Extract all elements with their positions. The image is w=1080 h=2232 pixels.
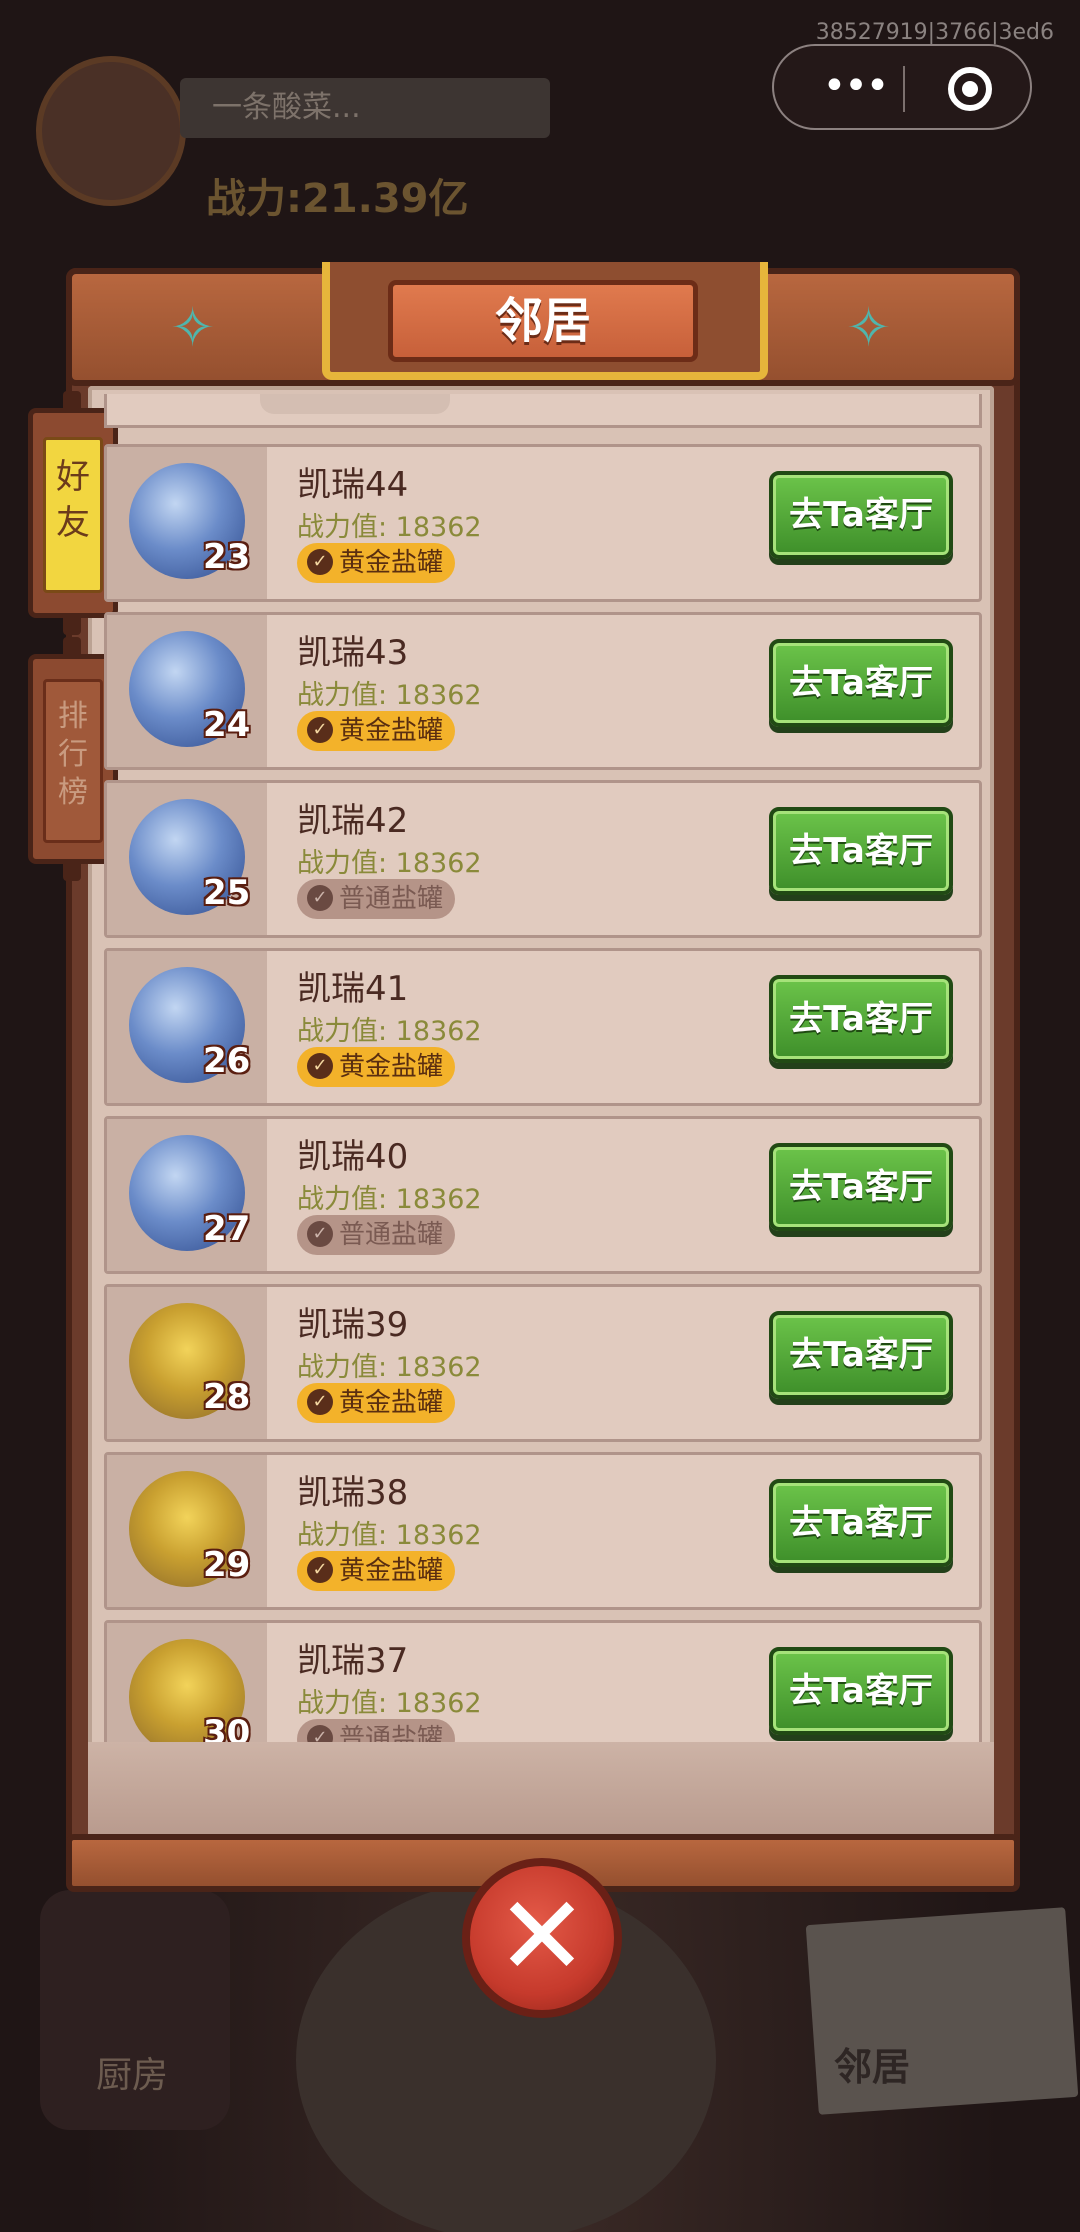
visit-living-room-button[interactable]: 去Ta客厅 (769, 807, 953, 895)
avatar-block: 28 (107, 1287, 267, 1439)
tab-ranking-label: 排 行 榜 (43, 679, 103, 843)
rank-number: 30 (203, 1713, 251, 1742)
visit-living-room-button[interactable]: 去Ta客厅 (769, 1479, 953, 1567)
neighbor-name: 凯瑞43 (297, 633, 409, 673)
list-item: 25 凯瑞42 战力值: 18362 ✓ 普通盐罐 去Ta客厅 (104, 780, 982, 938)
neighbor-list[interactable]: 23 凯瑞44 战力值: 18362 ✓ 黄金盐罐 去Ta客厅 24 凯瑞43 战… (104, 394, 984, 1742)
fish-icon: ✧ (170, 296, 216, 359)
avatar-block: 27 (107, 1119, 267, 1271)
salt-jar-badge: ✓ 普通盐罐 (297, 879, 456, 919)
kitchen-label: 厨房 (96, 2055, 169, 2096)
list-item: 28 凯瑞39 战力值: 18362 ✓ 黄金盐罐 去Ta客厅 (104, 1284, 982, 1442)
avatar-block: 30 (107, 1623, 267, 1742)
player-name: 一条酸菜... (180, 78, 550, 138)
tab-rod (63, 637, 81, 659)
power-value: 战力值: 18362 (297, 848, 482, 879)
check-icon: ✓ (307, 884, 333, 911)
check-icon: ✓ (307, 1724, 333, 1742)
check-icon: ✓ (307, 1220, 333, 1247)
neighbor-name: 凯瑞44 (297, 465, 409, 505)
tab-rod (63, 613, 81, 635)
visit-living-room-button[interactable]: 去Ta客厅 (769, 1311, 953, 1399)
debug-code: 38527919|3766|3ed6 (815, 20, 1054, 45)
rank-number: 23 (203, 537, 251, 577)
salt-jar-badge: ✓ 普通盐罐 (297, 1215, 456, 1255)
avatar-block: 26 (107, 951, 267, 1103)
salt-jar-badge: ✓ 黄金盐罐 (297, 543, 456, 583)
capsule-divider (903, 66, 905, 112)
power-value: 战力值: 18362 (297, 1016, 482, 1047)
player-avatar (36, 56, 186, 206)
rank-number: 24 (203, 705, 251, 745)
avatar-block: 24 (107, 615, 267, 767)
tab-friends-label: 好 友 (43, 437, 103, 593)
panel-title: 邻居 (388, 280, 698, 362)
power-value: 战力值: 18362 (297, 512, 482, 543)
neighbor-label: 邻居 (834, 2045, 911, 2089)
list-item: 23 凯瑞44 战力值: 18362 ✓ 黄金盐罐 去Ta客厅 (104, 444, 982, 602)
miniprogram-capsule: ••• (772, 44, 1032, 130)
list-item: 24 凯瑞43 战力值: 18362 ✓ 黄金盐罐 去Ta客厅 (104, 612, 982, 770)
list-item: 29 凯瑞38 战力值: 18362 ✓ 黄金盐罐 去Ta客厅 (104, 1452, 982, 1610)
neighbor-name: 凯瑞40 (297, 1137, 409, 1177)
avatar-block: 25 (107, 783, 267, 935)
close-button[interactable]: ✕ (462, 1858, 622, 2018)
neighbor-name: 凯瑞37 (297, 1641, 409, 1681)
list-item: 27 凯瑞40 战力值: 18362 ✓ 普通盐罐 去Ta客厅 (104, 1116, 982, 1274)
close-miniprogram-icon[interactable] (948, 67, 992, 111)
power-value: 战力值: 18362 (297, 1520, 482, 1551)
neighbor-name: 凯瑞41 (297, 969, 409, 1009)
visit-living-room-button[interactable]: 去Ta客厅 (769, 1647, 953, 1735)
rank-number: 25 (203, 873, 251, 913)
check-icon: ✓ (307, 716, 333, 743)
power-value: 战力值: 18362 (297, 1688, 482, 1719)
salt-jar-badge: ✓ 黄金盐罐 (297, 711, 456, 751)
rank-number: 29 (203, 1545, 251, 1585)
visit-living-room-button[interactable]: 去Ta客厅 (769, 471, 953, 559)
visit-living-room-button[interactable]: 去Ta客厅 (769, 1143, 953, 1231)
neighbor-name: 凯瑞42 (297, 801, 409, 841)
player-power: 战力:21.39亿 (206, 176, 469, 222)
avatar-block: 23 (107, 447, 267, 599)
visit-living-room-button[interactable]: 去Ta客厅 (769, 639, 953, 727)
neighbor-name: 凯瑞39 (297, 1305, 409, 1345)
power-value: 战力值: 18362 (297, 680, 482, 711)
neighbor-name: 凯瑞38 (297, 1473, 409, 1513)
salt-jar-badge: ✓ 黄金盐罐 (297, 1383, 456, 1423)
check-icon: ✓ (307, 1388, 333, 1415)
list-item: 26 凯瑞41 战力值: 18362 ✓ 黄金盐罐 去Ta客厅 (104, 948, 982, 1106)
rank-number: 26 (203, 1041, 251, 1081)
list-bottom-area (88, 1742, 994, 1834)
salt-jar-badge: ✓ 黄金盐罐 (297, 1551, 456, 1591)
list-item: 30 凯瑞37 战力值: 18362 ✓ 普通盐罐 去Ta客厅 (104, 1620, 982, 1742)
tab-rod (63, 391, 81, 413)
check-icon: ✓ (307, 1052, 333, 1079)
rank-number: 27 (203, 1209, 251, 1249)
visit-living-room-button[interactable]: 去Ta客厅 (769, 975, 953, 1063)
tab-rod (63, 859, 81, 881)
avatar-block: 29 (107, 1455, 267, 1607)
fish-icon: ✧ (846, 296, 892, 359)
power-value: 战力值: 18362 (297, 1352, 482, 1383)
rank-number: 28 (203, 1377, 251, 1417)
power-value: 战力值: 18362 (297, 1184, 482, 1215)
check-icon: ✓ (307, 548, 333, 575)
salt-jar-badge: ✓ 黄金盐罐 (297, 1047, 456, 1087)
salt-jar-badge: ✓ 普通盐罐 (297, 1719, 456, 1742)
more-menu-icon[interactable]: ••• (810, 46, 900, 132)
check-icon: ✓ (307, 1556, 333, 1583)
